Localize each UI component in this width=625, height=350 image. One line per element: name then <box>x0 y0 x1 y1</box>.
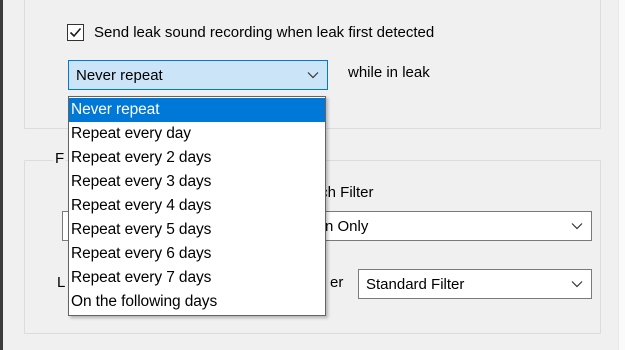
send-recording-label: Send leak sound recording when leak firs… <box>94 23 435 41</box>
standard-filter-value: Standard Filter <box>366 275 465 293</box>
checkmark-icon <box>69 27 82 37</box>
chevron-down-icon[interactable] <box>563 222 591 230</box>
window-left-border <box>0 0 3 350</box>
dropdown-option-every-day[interactable]: Repeat every day <box>69 122 325 146</box>
dropdown-option-every-6-days[interactable]: Repeat every 6 days <box>69 242 325 266</box>
chevron-down-icon[interactable] <box>299 71 327 79</box>
filter-row-label: L <box>57 274 66 291</box>
dropdown-option-never-repeat[interactable]: Never repeat <box>69 98 325 122</box>
filter-row-label-suffix: er <box>330 274 344 291</box>
window-right-edge <box>618 0 625 350</box>
dropdown-option-every-3-days[interactable]: Repeat every 3 days <box>69 170 325 194</box>
dropdown-option-every-2-days[interactable]: Repeat every 2 days <box>69 146 325 170</box>
chevron-down-icon[interactable] <box>563 280 591 288</box>
dropdown-option-following-days[interactable]: On the following days <box>69 290 325 314</box>
repeat-combo-value: Never repeat <box>76 66 163 84</box>
dropdown-option-every-5-days[interactable]: Repeat every 5 days <box>69 218 325 242</box>
dropdown-option-every-4-days[interactable]: Repeat every 4 days <box>69 194 325 218</box>
standard-filter-combo[interactable]: Standard Filter <box>358 269 592 299</box>
filter-group-label: F <box>53 150 67 167</box>
repeat-dropdown-list[interactable]: Never repeat Repeat every day Repeat eve… <box>68 96 326 316</box>
send-recording-checkbox-row[interactable]: Send leak sound recording when leak firs… <box>67 20 434 44</box>
repeat-combo[interactable]: Never repeat <box>68 60 328 90</box>
send-recording-checkbox[interactable] <box>67 23 84 41</box>
while-in-leak-label: while in leak <box>348 64 430 81</box>
dropdown-option-every-7-days[interactable]: Repeat every 7 days <box>69 266 325 290</box>
